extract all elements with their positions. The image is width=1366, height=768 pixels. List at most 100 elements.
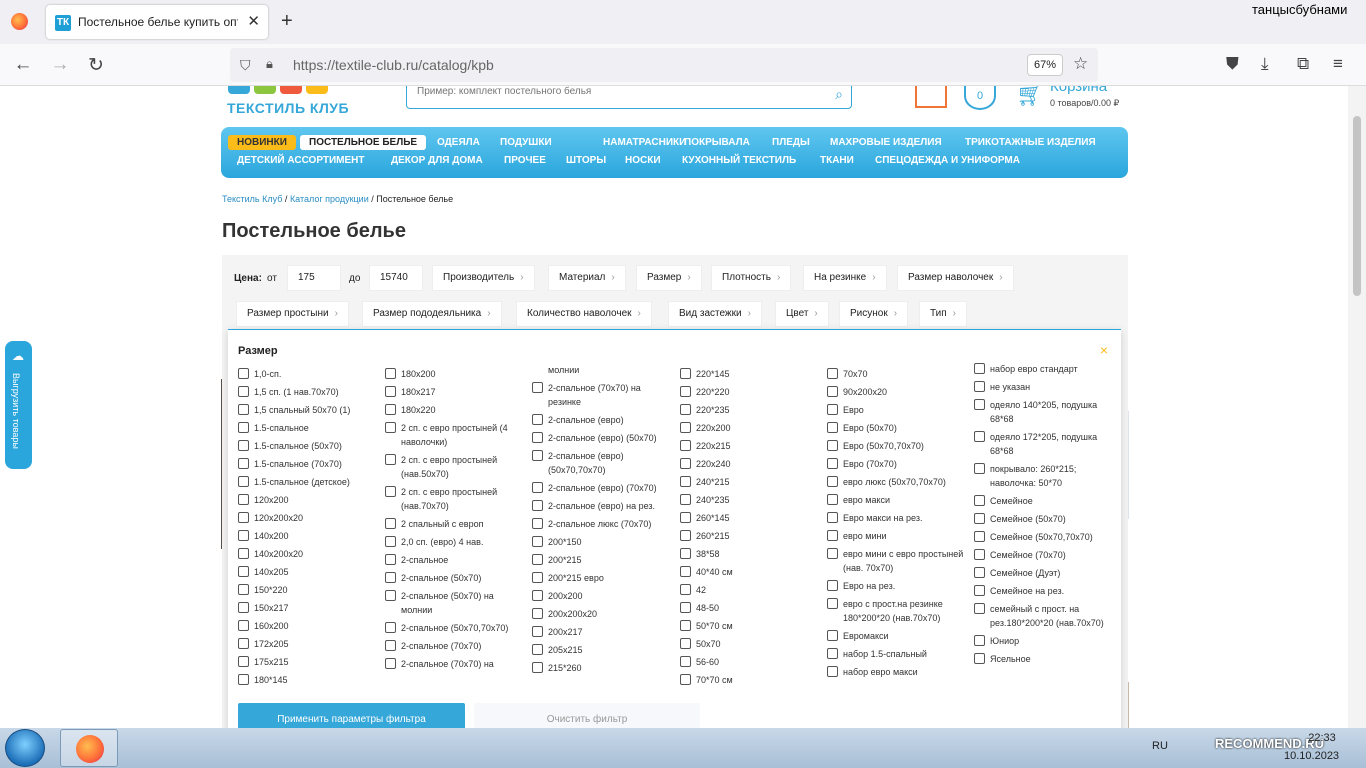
size-option[interactable]: 2-спальное (евро) на рез. (532, 499, 672, 513)
size-option[interactable]: 70*70 см (680, 673, 820, 687)
address-bar[interactable]: ⛉ 🔒︎ https://textile-club.ru/catalog/kpb… (230, 48, 1098, 82)
page-scrollbar[interactable] (1348, 86, 1366, 728)
size-checkbox[interactable] (974, 585, 985, 596)
menu-item-knitwear[interactable]: ТРИКОТАЖНЫЕ ИЗДЕЛИЯ (956, 135, 1105, 150)
size-checkbox[interactable] (385, 422, 396, 433)
size-option[interactable]: 150*220 (238, 583, 378, 597)
size-checkbox[interactable] (385, 590, 396, 601)
size-checkbox[interactable] (385, 486, 396, 497)
size-option[interactable]: Семейное (Дуэт) (974, 566, 1114, 580)
menu-item-bedding[interactable]: ПОСТЕЛЬНОЕ БЕЛЬЕ (300, 135, 427, 150)
size-checkbox[interactable] (827, 648, 838, 659)
size-option[interactable]: 220x215 (680, 439, 820, 453)
size-checkbox[interactable] (532, 644, 543, 655)
size-option[interactable]: 205x215 (532, 643, 672, 657)
lock-icon[interactable]: 🔒︎ (266, 56, 273, 72)
size-checkbox[interactable] (827, 580, 838, 591)
size-option[interactable]: 240*235 (680, 493, 820, 507)
size-checkbox[interactable] (680, 404, 691, 415)
size-option[interactable]: 172x205 (238, 637, 378, 651)
size-option[interactable]: Семейное (50х70) (974, 512, 1114, 526)
size-option[interactable]: 40*40 см (680, 565, 820, 579)
scrollbar-thumb[interactable] (1353, 116, 1361, 296)
size-checkbox[interactable] (680, 620, 691, 631)
size-checkbox[interactable] (974, 603, 985, 614)
size-checkbox[interactable] (827, 404, 838, 415)
downloads-icon[interactable]: ⤓ (1261, 54, 1269, 74)
size-checkbox[interactable] (238, 620, 249, 631)
size-option[interactable]: 2-спальное (евро) (70х70) (532, 481, 672, 495)
size-checkbox[interactable] (238, 566, 249, 577)
new-tab-button[interactable]: + (281, 10, 293, 33)
size-option[interactable]: 2 сп. с евро простыней (4 наволочки) (385, 421, 525, 449)
size-option[interactable]: 175x215 (238, 655, 378, 669)
size-option[interactable]: 48-50 (680, 601, 820, 615)
size-option[interactable]: Юниор (974, 634, 1114, 648)
menu-item-home-decor[interactable]: ДЕКОР ДЛЯ ДОМА (382, 153, 492, 168)
size-checkbox[interactable] (974, 431, 985, 442)
size-option[interactable]: 2 сп. с евро простыней (нав.70х70) (385, 485, 525, 513)
size-checkbox[interactable] (827, 458, 838, 469)
size-checkbox[interactable] (974, 549, 985, 560)
size-checkbox[interactable] (385, 386, 396, 397)
size-checkbox[interactable] (680, 548, 691, 559)
filter-color[interactable]: Цвет (775, 301, 829, 327)
breadcrumb-catalog[interactable]: Каталог продукции (290, 194, 369, 204)
size-option[interactable]: 200*215 (532, 553, 672, 567)
size-option[interactable]: 42 (680, 583, 820, 597)
clock-time[interactable]: 22:33 (1297, 732, 1347, 744)
size-option[interactable]: 38*58 (680, 547, 820, 561)
size-checkbox[interactable] (532, 590, 543, 601)
size-checkbox[interactable] (385, 572, 396, 583)
size-checkbox[interactable] (680, 476, 691, 487)
size-option[interactable]: 220*220 (680, 385, 820, 399)
size-option[interactable]: 1,5 сп. (1 нав.70х70) (238, 385, 378, 399)
filter-density[interactable]: Плотность (711, 265, 792, 291)
size-option[interactable]: 140x205 (238, 565, 378, 579)
size-option[interactable]: 2-спальное (50x70) (385, 571, 525, 585)
size-option[interactable]: 260*215 (680, 529, 820, 543)
menu-item-fabrics[interactable]: ТКАНИ (811, 153, 863, 168)
size-checkbox[interactable] (680, 386, 691, 397)
size-checkbox[interactable] (532, 432, 543, 443)
size-checkbox[interactable] (827, 386, 838, 397)
size-checkbox[interactable] (385, 404, 396, 415)
clear-filter-button[interactable]: Очистить фильтр (474, 703, 700, 728)
url-text[interactable]: https://textile-club.ru/catalog/kpb (293, 57, 494, 73)
size-option[interactable]: Евро (70х70) (827, 457, 967, 471)
apply-filter-button[interactable]: Применить параметры фильтра (238, 703, 465, 728)
cart-title[interactable]: Корзина (1050, 86, 1107, 95)
menu-item-terry[interactable]: МАХРОВЫЕ ИЗДЕЛИЯ (821, 135, 951, 150)
size-checkbox[interactable] (532, 450, 543, 461)
site-logo[interactable]: ТЕКСТИЛЬ КЛУБ (227, 100, 349, 116)
size-checkbox[interactable] (532, 482, 543, 493)
size-checkbox[interactable] (680, 530, 691, 541)
size-option[interactable]: 160x200 (238, 619, 378, 633)
size-option[interactable]: 2 сп. с евро простыней (нав.50х70) (385, 453, 525, 481)
size-checkbox[interactable] (827, 630, 838, 641)
size-checkbox[interactable] (532, 414, 543, 425)
size-option[interactable]: 2,0 сп. (евро) 4 нав. (385, 535, 525, 549)
size-option[interactable]: евро макси (827, 493, 967, 507)
size-option[interactable]: 220*145 (680, 367, 820, 381)
size-option[interactable]: Евро макси на рез. (827, 511, 967, 525)
forward-button[interactable]: → (48, 54, 72, 76)
size-checkbox[interactable] (680, 602, 691, 613)
size-option[interactable]: евро мини (827, 529, 967, 543)
size-option[interactable]: 200x200 (532, 589, 672, 603)
size-option[interactable]: 220x240 (680, 457, 820, 471)
size-checkbox[interactable] (385, 454, 396, 465)
search-input[interactable] (417, 86, 817, 97)
size-checkbox[interactable] (532, 608, 543, 619)
size-option[interactable]: 200x217 (532, 625, 672, 639)
menu-item-new[interactable]: НОВИНКИ (228, 135, 296, 150)
size-checkbox[interactable] (532, 536, 543, 547)
size-checkbox[interactable] (974, 399, 985, 410)
size-checkbox[interactable] (385, 368, 396, 379)
size-checkbox[interactable] (532, 626, 543, 637)
size-option[interactable]: 1.5-спальное (детское) (238, 475, 378, 489)
size-option[interactable]: 215*260 (532, 661, 672, 675)
size-checkbox[interactable] (974, 495, 985, 506)
export-products-tab[interactable]: ☁ Выгрузить товары (5, 341, 32, 469)
size-checkbox[interactable] (680, 512, 691, 523)
